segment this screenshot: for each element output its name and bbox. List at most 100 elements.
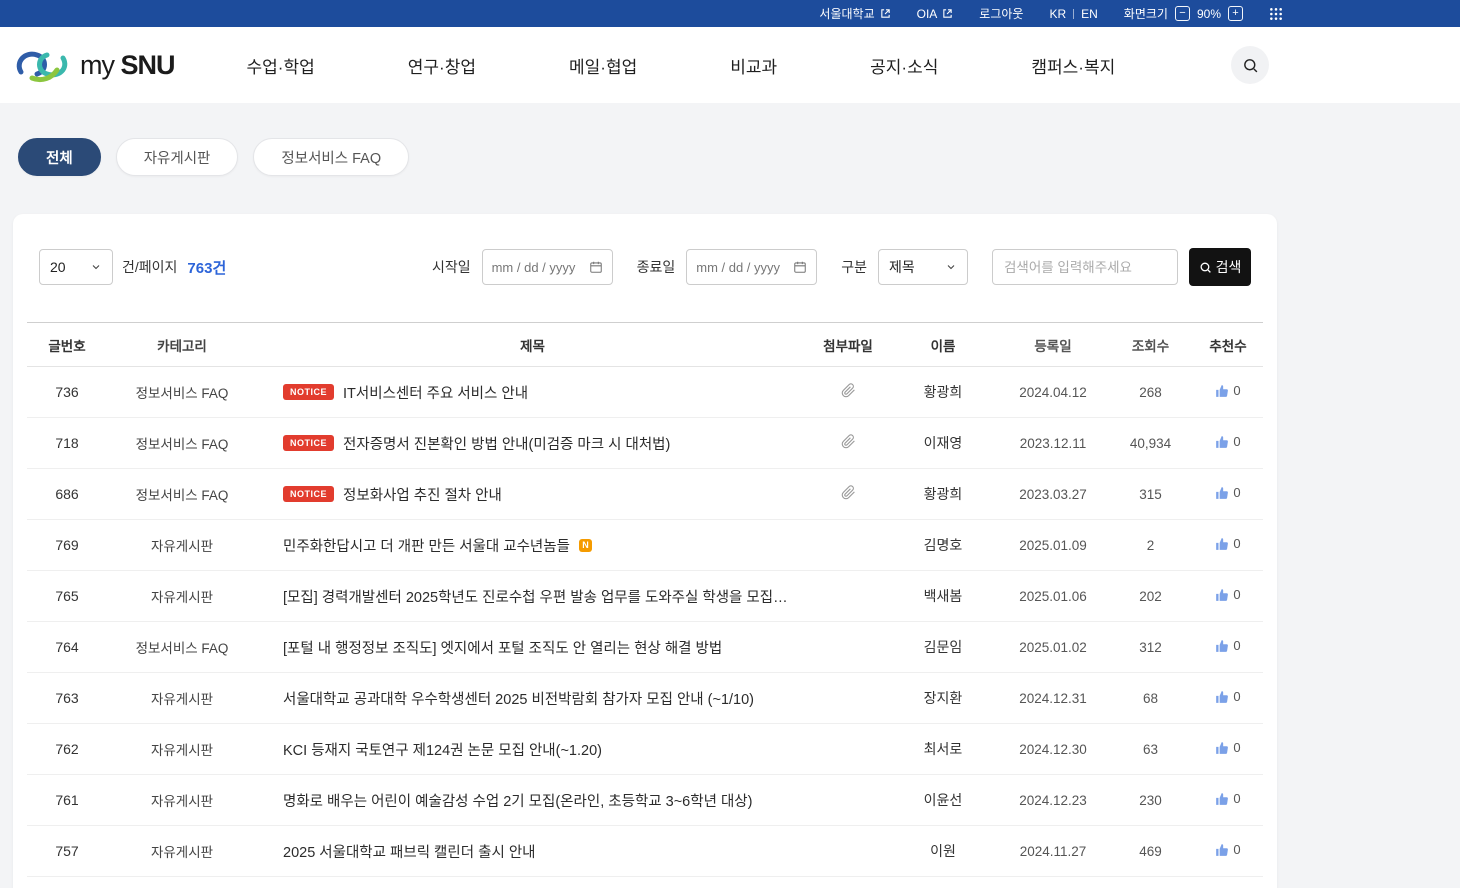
table-row: 764 정보서비스 FAQ [포털 내 행정정보 조직도] 엣지에서 포털 조직… <box>27 622 1263 673</box>
table-row: 718 정보서비스 FAQ NOTICE 전자증명서 진본확인 방법 안내(미검… <box>27 418 1263 469</box>
post-title-link[interactable]: [포털 내 행정정보 조직도] 엣지에서 포털 조직도 안 열리는 현상 해결 … <box>257 637 808 658</box>
nav-item-classes[interactable]: 수업·학업 <box>247 53 315 78</box>
cell-views: 40,934 <box>1108 436 1193 451</box>
nav-item-notices[interactable]: 공지·소식 <box>870 53 938 78</box>
cell-title-text: KCI 등재지 국토연구 제124권 논문 모집 안내(~1.20) <box>283 739 602 760</box>
cell-name: 최서로 <box>888 739 998 759</box>
cell-no: 757 <box>27 843 107 859</box>
like-count: 0 <box>1233 740 1240 755</box>
post-title-link[interactable]: 명화로 배우는 어린이 예술감성 수업 2기 모집(온라인, 초등학교 3~6학… <box>257 790 808 811</box>
like-button[interactable]: 0 <box>1215 383 1240 398</box>
post-title-link[interactable]: 서울대학교 공과대학 우수학생센터 2025 비전박람회 참가자 모집 안내 (… <box>257 688 808 709</box>
cell-date: 2025.01.02 <box>998 640 1108 655</box>
mysnu-logo-mark <box>13 47 71 83</box>
per-page-value: 20 <box>50 259 66 275</box>
cell-no: 761 <box>27 792 107 808</box>
board-filter-tabs: 전체 자유게시판 정보서비스 FAQ <box>18 138 1460 176</box>
header-attachment: 첨부파일 <box>808 335 888 355</box>
language-switcher: KR EN <box>1049 7 1097 21</box>
topbar-link-oia[interactable]: OIA <box>917 7 954 21</box>
cell-date: 2024.12.31 <box>998 691 1108 706</box>
new-badge: N <box>579 539 592 552</box>
lang-divider <box>1073 9 1074 19</box>
search-type-label: 구분 <box>841 257 867 277</box>
search-type-select[interactable]: 제목 <box>878 249 968 285</box>
like-button[interactable]: 0 <box>1215 842 1240 857</box>
post-title-link[interactable]: 2025 서울대학교 패브릭 캘린더 출시 안내 <box>257 841 808 862</box>
cell-category: 자유게시판 <box>107 841 257 861</box>
paperclip-icon <box>841 383 856 398</box>
nav-item-extracurricular[interactable]: 비교과 <box>730 53 777 78</box>
board-controls-right: 시작일 mm / dd / yyyy 종료일 mm / dd / yyyy 구분… <box>432 248 1251 286</box>
zoom-in-button[interactable]: + <box>1228 6 1243 21</box>
attachment-link[interactable] <box>841 485 856 500</box>
like-button[interactable]: 0 <box>1215 740 1240 755</box>
topbar-link-snu[interactable]: 서울대학교 <box>819 5 890 22</box>
like-button[interactable]: 0 <box>1215 791 1240 806</box>
cell-title-text: IT서비스센터 주요 서비스 안내 <box>343 382 528 403</box>
header-views: 조회수 <box>1108 335 1193 355</box>
notice-badge: NOTICE <box>283 384 334 400</box>
post-title-link[interactable]: NOTICE 정보화사업 추진 절차 안내 <box>257 484 808 505</box>
like-button[interactable]: 0 <box>1215 434 1240 449</box>
post-title-link[interactable]: NOTICE IT서비스센터 주요 서비스 안내 <box>257 382 808 403</box>
cell-title-text: [포털 내 행정정보 조직도] 엣지에서 포털 조직도 안 열리는 현상 해결 … <box>283 637 722 658</box>
cell-date: 2024.04.12 <box>998 385 1108 400</box>
lang-en-button[interactable]: EN <box>1081 7 1098 21</box>
nav-item-mail[interactable]: 메일·협업 <box>569 53 637 78</box>
like-button[interactable]: 0 <box>1215 485 1240 500</box>
cell-views: 63 <box>1108 742 1193 757</box>
board-controls: 20 건/페이지 763건 시작일 mm / dd / yyyy 종료일 mm … <box>27 248 1263 286</box>
cell-no: 718 <box>27 435 107 451</box>
search-input[interactable] <box>992 249 1178 285</box>
post-title-link[interactable]: NOTICE 전자증명서 진본확인 방법 안내(미검증 마크 시 대처법) <box>257 433 808 454</box>
lang-kr-button[interactable]: KR <box>1049 7 1066 21</box>
like-count: 0 <box>1233 587 1240 602</box>
mysnu-logo[interactable]: my SNU <box>13 47 175 83</box>
header-title: 제목 <box>257 335 808 355</box>
cell-title-text: [모집] 경력개발센터 2025학년도 진로수첩 우편 발송 업무를 도와주실 … <box>283 586 798 607</box>
attachment-link[interactable] <box>841 383 856 398</box>
zoom-out-button[interactable]: − <box>1175 6 1190 21</box>
post-title-link[interactable]: KCI 등재지 국토연구 제124권 논문 모집 안내(~1.20) <box>257 739 808 760</box>
post-title-link[interactable]: 민주화한답시고 더 개판 만든 서울대 교수년놈들 N <box>257 535 808 556</box>
tab-all[interactable]: 전체 <box>18 138 101 176</box>
thumbs-up-icon <box>1215 639 1229 653</box>
cell-date: 2024.11.27 <box>998 844 1108 859</box>
cell-category: 정보서비스 FAQ <box>107 433 257 453</box>
topbar-logout-link[interactable]: 로그아웃 <box>979 5 1023 22</box>
start-date-input[interactable]: mm / dd / yyyy <box>482 249 613 285</box>
tab-it-service-faq[interactable]: 정보서비스 FAQ <box>253 138 409 176</box>
cell-title-text: 서울대학교 공과대학 우수학생센터 2025 비전박람회 참가자 모집 안내 (… <box>283 688 754 709</box>
search-button[interactable]: 검색 <box>1189 248 1251 286</box>
cell-no: 762 <box>27 741 107 757</box>
cell-no: 763 <box>27 690 107 706</box>
like-button[interactable]: 0 <box>1215 638 1240 653</box>
nav-item-research[interactable]: 연구·창업 <box>408 53 476 78</box>
header-search-button[interactable] <box>1231 46 1269 84</box>
end-date-input[interactable]: mm / dd / yyyy <box>686 249 817 285</box>
post-title-link[interactable]: [모집] 경력개발센터 2025학년도 진로수첩 우편 발송 업무를 도와주실 … <box>257 586 808 607</box>
search-icon <box>1242 57 1259 74</box>
nav-item-campus-welfare[interactable]: 캠퍼스·복지 <box>1031 53 1115 78</box>
like-count: 0 <box>1233 638 1240 653</box>
thumbs-up-icon <box>1215 537 1229 551</box>
apps-grid-button[interactable] <box>1269 7 1283 21</box>
cell-likes: 0 <box>1193 485 1263 503</box>
cell-category: 자유게시판 <box>107 688 257 708</box>
cell-attachment <box>808 383 888 401</box>
notice-badge: NOTICE <box>283 486 334 502</box>
table-row: 761 자유게시판 명화로 배우는 어린이 예술감성 수업 2기 모집(온라인,… <box>27 775 1263 826</box>
cell-views: 469 <box>1108 844 1193 859</box>
start-date-placeholder: mm / dd / yyyy <box>492 260 576 275</box>
like-button[interactable]: 0 <box>1215 587 1240 602</box>
tab-free-board[interactable]: 자유게시판 <box>116 138 239 176</box>
attachment-link[interactable] <box>841 434 856 449</box>
cell-views: 202 <box>1108 589 1193 604</box>
cell-no: 686 <box>27 486 107 502</box>
per-page-select[interactable]: 20 <box>39 249 113 285</box>
calendar-icon <box>793 260 807 274</box>
cell-title: NOTICE 전자증명서 진본확인 방법 안내(미검증 마크 시 대처법) <box>257 433 808 454</box>
like-button[interactable]: 0 <box>1215 689 1240 704</box>
like-button[interactable]: 0 <box>1215 536 1240 551</box>
